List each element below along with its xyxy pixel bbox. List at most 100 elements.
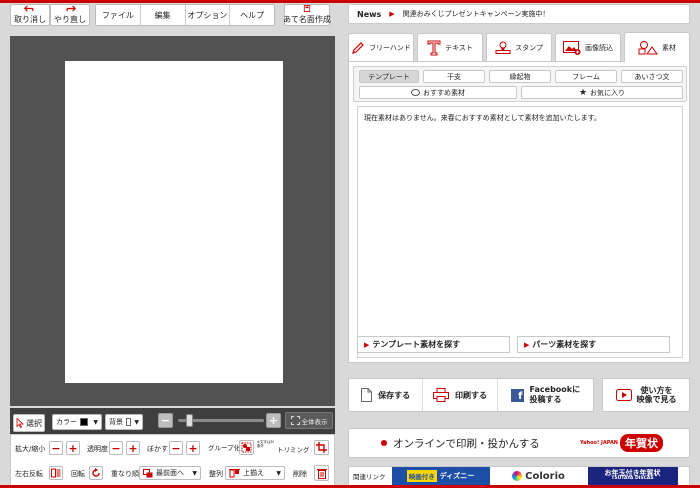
align-dropdown[interactable]: 上揃え ▼	[225, 466, 285, 480]
category-eto[interactable]: 干支	[423, 70, 485, 83]
menu-help[interactable]: ヘルプ	[230, 5, 274, 25]
action-bar: 保存する 印刷する f Facebookに 投稿する	[348, 378, 594, 412]
opacity-down-button[interactable]: −	[109, 441, 123, 455]
redo-icon	[66, 5, 77, 12]
favorites-button[interactable]: ★ お気に入り	[521, 86, 683, 99]
tab-material-label: 素材	[662, 43, 676, 52]
banner-disney[interactable]: 映画付き ディズニー	[391, 467, 490, 485]
facebook-post-button[interactable]: f Facebookに 投稿する	[498, 379, 593, 411]
group-icon	[241, 442, 252, 453]
menu-file[interactable]: ファイル	[96, 5, 141, 25]
speech-bubble-icon	[411, 89, 420, 96]
scale-down-button[interactable]: −	[49, 441, 63, 455]
tab-material[interactable]: 素材	[624, 32, 690, 62]
document-icon	[361, 388, 373, 402]
opacity-up-button[interactable]: +	[126, 441, 140, 455]
category-template[interactable]: テンプレート	[359, 70, 419, 83]
flip-label: 左右反転	[15, 470, 43, 478]
banner-colorio-text: Colorio	[525, 470, 565, 482]
canvas-area[interactable]	[10, 36, 335, 406]
zoom-out-button[interactable]: −	[158, 413, 173, 428]
banner-tsutaya[interactable]: お年玉付き年賀状 TSUTAYA DISCAS	[587, 467, 678, 485]
nenga-brand: Yahoo! JAPAN	[580, 440, 618, 446]
news-label: News	[357, 9, 382, 19]
category-frame[interactable]: フレーム	[555, 70, 617, 83]
postcard-canvas[interactable]	[65, 61, 283, 383]
category-greeting[interactable]: あいさつ文	[621, 70, 683, 83]
recommended-button[interactable]: おすすめ素材	[359, 86, 517, 99]
order-dropdown[interactable]: 最前面へ ▼	[139, 466, 201, 480]
group-button[interactable]	[239, 440, 254, 455]
favorites-label: お気に入り	[590, 88, 626, 97]
tab-image-import[interactable]: 画像読込	[555, 33, 621, 61]
video-label: 使い方を 映像で見る	[637, 386, 677, 404]
facebook-icon: f	[510, 388, 524, 402]
news-bullet-icon: ▶	[389, 10, 395, 18]
chevron-down-icon: ▼	[276, 469, 281, 477]
background-label: 背景	[109, 418, 123, 426]
zoom-slider-thumb[interactable]	[186, 414, 193, 427]
select-tool-button[interactable]: 選択	[13, 414, 45, 432]
rotate-button[interactable]	[89, 466, 103, 480]
recommended-label: おすすめ素材	[423, 88, 465, 97]
zoom-slider[interactable]	[178, 414, 264, 427]
order-label: 重なり順	[111, 470, 139, 478]
print-button[interactable]: 印刷する	[423, 379, 498, 411]
background-dropdown[interactable]: 背景 ▼	[105, 414, 143, 430]
color-dropdown[interactable]: カラー ▼	[52, 414, 102, 430]
fit-all-label: 全体表示	[301, 417, 328, 426]
zoom-in-button[interactable]: +	[266, 413, 281, 428]
address-card-icon	[303, 5, 311, 12]
trim-button[interactable]	[314, 440, 329, 455]
banner-colorio[interactable]: Colorio	[489, 467, 588, 485]
flip-button[interactable]	[49, 466, 63, 480]
blur-up-button[interactable]: +	[186, 441, 200, 455]
tab-freehand[interactable]: フリーハンド	[348, 33, 414, 61]
empty-message: 現在素材はありません。来春におすすめ素材として素材を追加いたします。	[364, 114, 601, 122]
search-template-button[interactable]: ▶ テンプレート素材を探す	[357, 336, 510, 353]
tab-stamp-label: スタンプ	[515, 43, 543, 52]
fit-all-icon	[290, 416, 300, 425]
tab-text[interactable]: テキスト	[417, 33, 483, 61]
news-text[interactable]: 関連おみくじプレゼントキャンペーン実施中！	[403, 9, 550, 19]
video-label-line2: 映像で見る	[636, 395, 677, 404]
menu-options[interactable]: オプション	[186, 5, 231, 25]
banner-disney-tag: 映画付き	[406, 470, 437, 482]
tab-stamp[interactable]: スタンプ	[486, 33, 552, 61]
pen-icon	[352, 41, 364, 54]
tutorial-video-button[interactable]: 使い方を 映像で見る	[602, 378, 690, 412]
online-print-label: オンラインで印刷・投かんする	[393, 437, 540, 450]
category-lucky-items[interactable]: 縁起物	[489, 70, 551, 83]
undo-label: 取り消し	[14, 15, 46, 24]
printer-icon	[432, 388, 449, 402]
material-list[interactable]: 現在素材はありません。来春におすすめ素材として素材を追加いたします。	[357, 106, 683, 358]
scale-up-button[interactable]: +	[66, 441, 80, 455]
blur-down-button[interactable]: −	[169, 441, 183, 455]
top-accent-line	[0, 0, 700, 3]
save-button[interactable]: 保存する	[349, 379, 424, 411]
fit-all-button[interactable]: 全体表示	[285, 412, 333, 429]
delete-button[interactable]	[314, 465, 329, 481]
group-label: グループ化	[208, 444, 241, 452]
facebook-label-line2: 投稿する	[529, 395, 562, 404]
color-swatch	[80, 418, 88, 426]
online-print-button[interactable]: オンラインで印刷・投かんする Yahoo! JAPAN 年賀状	[348, 428, 690, 458]
search-parts-label: パーツ素材を探す	[532, 340, 597, 349]
video-label-line1: 使い方を	[640, 385, 673, 395]
search-parts-button[interactable]: ▶ パーツ素材を探す	[517, 336, 670, 353]
news-bar[interactable]: News ▶ 関連おみくじプレゼントキャンペーン実施中！	[348, 4, 690, 24]
save-label: 保存する	[378, 390, 411, 400]
menu-edit[interactable]: 編集	[141, 5, 186, 25]
align-label: 整列	[209, 470, 223, 478]
undo-button[interactable]: 取り消し	[10, 4, 50, 26]
redo-button[interactable]: やり直し	[50, 4, 90, 26]
edit-tools-panel: 拡大/縮小 − + 透明度 − + ぼかす − + グループ化 ※文字は対象外 …	[10, 434, 335, 486]
shapes-icon	[638, 40, 658, 54]
trim-label: トリミング	[277, 446, 310, 454]
address-side-button[interactable]: あて名面作成	[283, 4, 331, 26]
facebook-label-line1: Facebookに	[529, 385, 581, 395]
play-video-icon	[615, 389, 632, 401]
text-icon	[427, 40, 441, 55]
redo-label: やり直し	[54, 15, 86, 24]
canvas-bottom-bar: 選択 カラー ▼ 背景 ▼ − + 全体表示 拡大/縮小 − + 透明度 − +…	[10, 408, 335, 486]
